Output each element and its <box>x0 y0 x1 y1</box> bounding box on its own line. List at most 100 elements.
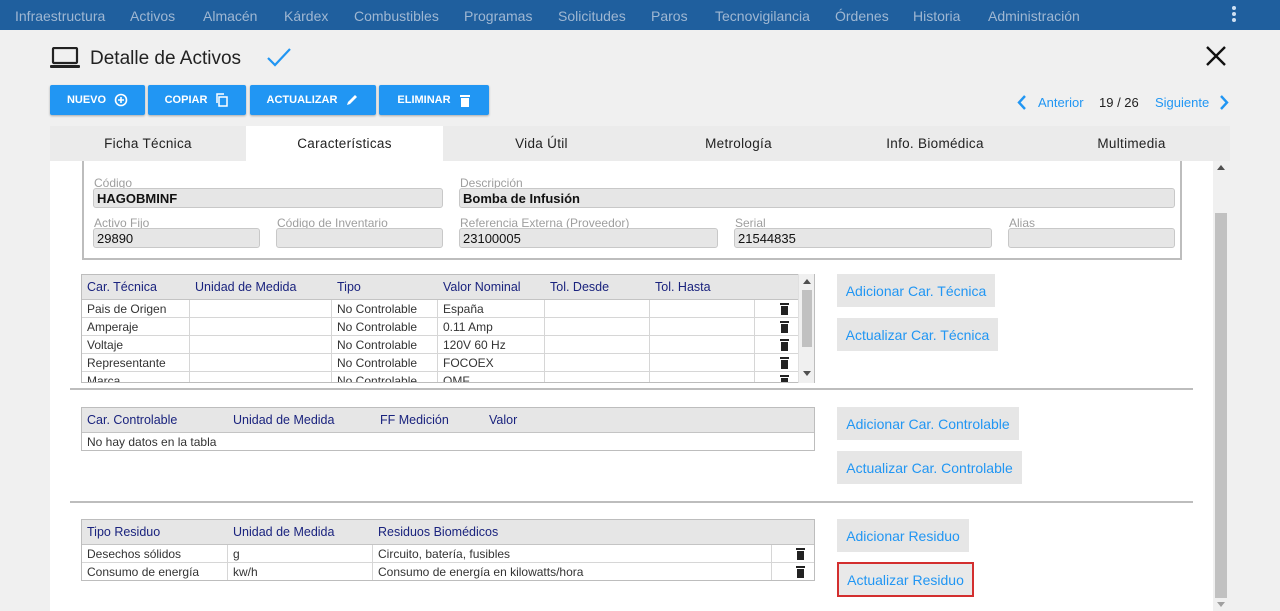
chevron-right-icon[interactable] <box>1219 95 1229 110</box>
controlable-table: Car. Controlable Unidad de Medida FF Med… <box>81 407 815 451</box>
col-residuos-biomedicos[interactable]: Residuos Biomédicos <box>378 525 498 539</box>
activo-fijo-field[interactable]: 29890 <box>93 228 260 248</box>
nav-item-activos[interactable]: Activos <box>130 8 175 24</box>
tab-info-biomedica[interactable]: Info. Biomédica <box>837 126 1033 161</box>
col-car-controlable[interactable]: Car. Controlable <box>87 413 177 427</box>
table-row[interactable]: Pais de Origen No Controlable España <box>82 300 798 318</box>
cell <box>650 372 755 382</box>
nav-item-programas[interactable]: Programas <box>464 8 532 24</box>
delete-button-label: ELIMINAR <box>397 94 451 106</box>
cell: No Controlable <box>332 354 438 372</box>
table-scroll-thumb[interactable] <box>802 290 812 347</box>
empty-table-message: No hay datos en la tabla <box>87 435 217 449</box>
add-residuo-button[interactable]: Adicionar Residuo <box>837 519 969 552</box>
table-row[interactable]: Marca No Controlable OMF <box>82 372 798 383</box>
table-row[interactable]: Voltaje No Controlable 120V 60 Hz <box>82 336 798 354</box>
cell: 0.11 Amp <box>438 318 545 336</box>
checkmark-icon <box>267 48 291 67</box>
col-ff-medicion[interactable]: FF Medición <box>380 413 449 427</box>
nav-item-infraestructura[interactable]: Infraestructura <box>15 8 105 24</box>
col-tipo-residuo[interactable]: Tipo Residuo <box>87 525 160 539</box>
tecnica-table: Car. Técnica Unidad de Medida Tipo Valor… <box>81 274 815 383</box>
descripcion-field[interactable]: Bomba de Infusión <box>459 188 1175 208</box>
table-scroll-down-icon[interactable] <box>803 371 811 376</box>
cell <box>190 354 332 372</box>
table-row[interactable]: Desechos sólidos g Circuito, batería, fu… <box>82 545 814 563</box>
add-car-tecnica-button[interactable]: Adicionar Car. Técnica <box>837 274 995 307</box>
nav-item-tecnovigilancia[interactable]: Tecnovigilancia <box>715 8 810 24</box>
cell: g <box>228 545 373 563</box>
update-car-controlable-button[interactable]: Actualizar Car. Controlable <box>837 451 1022 484</box>
codigo-inventario-field[interactable] <box>276 228 443 248</box>
col-valor[interactable]: Valor <box>489 413 517 427</box>
cell <box>650 318 755 336</box>
add-car-controlable-button[interactable]: Adicionar Car. Controlable <box>837 407 1019 440</box>
top-nav: Infraestructura Activos Almacén Kárdex C… <box>0 0 1280 30</box>
tab-metrologia[interactable]: Metrología <box>640 126 837 161</box>
new-button[interactable]: NUEVO <box>50 85 145 115</box>
laptop-icon <box>50 47 80 68</box>
nav-item-historia[interactable]: Historia <box>913 8 960 24</box>
nav-item-kardex[interactable]: Kárdex <box>284 8 328 24</box>
cell <box>650 300 755 318</box>
cell: Pais de Origen <box>82 300 190 318</box>
col-car-tecnica[interactable]: Car. Técnica <box>87 280 157 294</box>
nav-item-solicitudes[interactable]: Solicitudes <box>558 8 626 24</box>
nav-item-ordenes[interactable]: Órdenes <box>835 8 889 24</box>
tecnica-table-scrollbar[interactable] <box>798 274 814 383</box>
delete-row-icon[interactable] <box>796 548 805 560</box>
col-unidad-medida[interactable]: Unidad de Medida <box>195 280 296 294</box>
tab-caracteristicas[interactable]: Características <box>246 126 443 161</box>
col-unidad-medida[interactable]: Unidad de Medida <box>233 525 334 539</box>
nav-item-administracion[interactable]: Administración <box>988 8 1080 24</box>
delete-button[interactable]: ELIMINAR <box>379 85 489 115</box>
table-scroll-up-icon[interactable] <box>803 279 811 284</box>
cell: Marca <box>82 372 190 382</box>
update-car-tecnica-button[interactable]: Actualizar Car. Técnica <box>837 318 998 351</box>
next-link[interactable]: Siguiente <box>1155 95 1209 110</box>
cell <box>190 300 332 318</box>
nav-item-combustibles[interactable]: Combustibles <box>354 8 439 24</box>
table-row[interactable]: Representante No Controlable FOCOEX <box>82 354 798 372</box>
table-row[interactable]: Amperaje No Controlable 0.11 Amp <box>82 318 798 336</box>
update-button[interactable]: ACTUALIZAR <box>250 85 376 115</box>
col-valor-nominal[interactable]: Valor Nominal <box>443 280 521 294</box>
serial-field[interactable]: 21544835 <box>734 228 992 248</box>
col-tol-hasta[interactable]: Tol. Hasta <box>655 280 711 294</box>
delete-row-icon[interactable] <box>780 303 789 315</box>
cell <box>545 372 650 382</box>
tab-multimedia[interactable]: Multimedia <box>1033 126 1230 161</box>
more-vert-icon[interactable] <box>1228 4 1240 26</box>
col-tipo[interactable]: Tipo <box>337 280 361 294</box>
scroll-up-icon[interactable] <box>1217 165 1225 170</box>
delete-row-icon[interactable] <box>780 339 789 351</box>
delete-row-icon[interactable] <box>780 375 789 383</box>
section-divider <box>70 388 1193 390</box>
col-tol-desde[interactable]: Tol. Desde <box>550 280 609 294</box>
nav-item-almacen[interactable]: Almacén <box>203 8 257 24</box>
scroll-thumb[interactable] <box>1215 213 1227 598</box>
cell <box>190 336 332 354</box>
copy-button[interactable]: COPIAR <box>148 85 246 115</box>
close-icon[interactable] <box>1204 44 1228 68</box>
chevron-left-icon[interactable] <box>1017 95 1027 110</box>
delete-row-icon[interactable] <box>780 357 789 369</box>
delete-row-icon[interactable] <box>796 566 805 578</box>
update-button-label: ACTUALIZAR <box>266 94 338 106</box>
prev-link[interactable]: Anterior <box>1038 95 1084 110</box>
cell: kw/h <box>228 563 373 580</box>
tab-ficha-tecnica[interactable]: Ficha Técnica <box>50 126 246 161</box>
referencia-field[interactable]: 23100005 <box>459 228 718 248</box>
table-row[interactable]: Consumo de energía kw/h Consumo de energ… <box>82 563 814 580</box>
update-residuo-button[interactable]: Actualizar Residuo <box>837 562 974 597</box>
nav-item-paros[interactable]: Paros <box>651 8 688 24</box>
tab-vida-util[interactable]: Vida Útil <box>443 126 640 161</box>
alias-field[interactable] <box>1008 228 1175 248</box>
page-scrollbar[interactable] <box>1213 161 1230 611</box>
col-unidad-medida[interactable]: Unidad de Medida <box>233 413 334 427</box>
codigo-field[interactable]: HAGOBMINF <box>93 188 443 208</box>
cell: Desechos sólidos <box>82 545 228 563</box>
copy-button-label: COPIAR <box>164 94 208 106</box>
scroll-down-icon[interactable] <box>1217 602 1225 607</box>
delete-row-icon[interactable] <box>780 321 789 333</box>
